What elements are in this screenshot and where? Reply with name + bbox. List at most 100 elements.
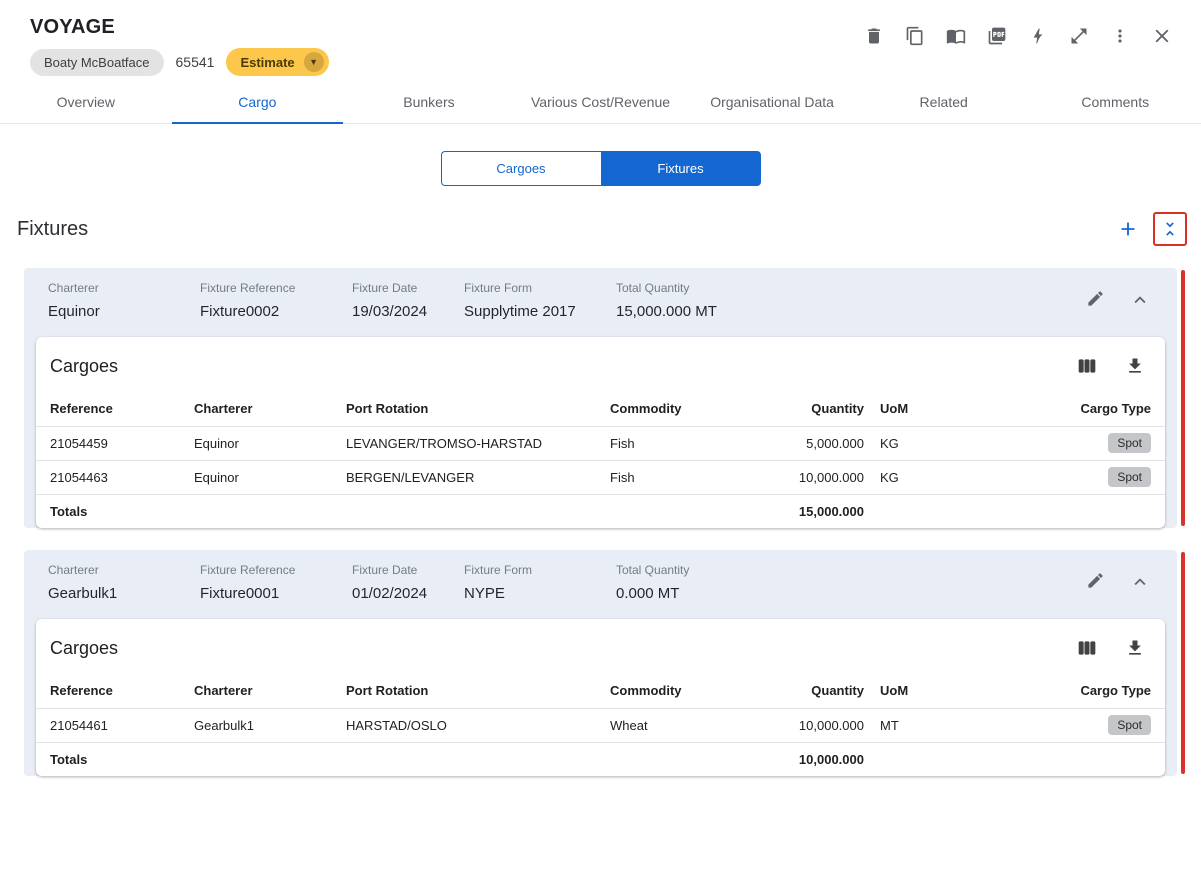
expand-button[interactable] — [1067, 24, 1091, 48]
tab-comments[interactable]: Comments — [1029, 82, 1201, 123]
chevron-down-icon[interactable]: ▼ — [303, 52, 324, 72]
cell-commodity: Fish — [602, 459, 752, 494]
pdf-button[interactable] — [985, 24, 1009, 48]
field-value: 01/02/2024 — [352, 585, 428, 602]
cell-quantity: 5,000.000 — [752, 425, 872, 460]
cargoes-card: Cargoes Reference Charterer Port Rotatio… — [36, 619, 1165, 776]
field-value: 0.000 MT — [616, 585, 680, 602]
collapse-fixture-button[interactable] — [1127, 287, 1153, 313]
table-row[interactable]: 21054463 Equinor BERGEN/LEVANGER Fish 10… — [36, 459, 1165, 494]
fixture-field-total-quantity: Total Quantity 0.000 MT — [616, 563, 1084, 602]
cargoes-card-head: Cargoes — [36, 337, 1165, 392]
cell-commodity: Fish — [602, 425, 752, 460]
collapse-fixture-button[interactable] — [1127, 569, 1153, 595]
fixture-field-form: Fixture Form Supplytime 2017 — [464, 281, 616, 320]
column-header-port-rotation: Port Rotation — [346, 683, 429, 699]
column-header-uom: UoM — [880, 401, 909, 417]
edit-fixture-button[interactable] — [1084, 287, 1107, 310]
collapse-all-icon — [1166, 222, 1174, 236]
table-header-row: Reference Charterer Port Rotation Commod… — [36, 674, 1165, 708]
column-header-commodity: Commodity — [610, 401, 682, 417]
cell-uom: KG — [872, 459, 952, 494]
cargo-type-chip: Spot — [1108, 433, 1151, 453]
cell-charterer: Equinor — [186, 425, 338, 460]
field-label: Total Quantity — [616, 281, 690, 295]
edit-fixture-button[interactable] — [1084, 569, 1107, 592]
field-value: Fixture0002 — [200, 303, 280, 320]
header-actions — [862, 23, 1175, 49]
book-icon — [946, 29, 966, 44]
field-label: Fixture Date — [352, 563, 418, 577]
columns-button[interactable] — [1075, 354, 1099, 378]
totals-quantity: 10,000.000 — [752, 741, 872, 776]
column-header-quantity: Quantity — [811, 401, 864, 417]
tab-overview[interactable]: Overview — [0, 82, 172, 123]
table-row[interactable]: 21054461 Gearbulk1 HARSTAD/OSLO Wheat 10… — [36, 707, 1165, 742]
table-row[interactable]: 21054459 Equinor LEVANGER/TROMSO-HARSTAD… — [36, 425, 1165, 460]
download-icon — [1129, 640, 1141, 655]
cargoes-table: Reference Charterer Port Rotation Commod… — [36, 392, 1165, 528]
column-header-commodity: Commodity — [610, 683, 682, 699]
fixture-field-charterer: Charterer Equinor — [48, 281, 200, 320]
field-label: Fixture Date — [352, 281, 418, 295]
totals-row: Totals 10,000.000 — [36, 741, 1165, 776]
column-header-reference: Reference — [50, 401, 113, 417]
cell-charterer: Gearbulk1 — [186, 707, 338, 742]
cargoes-toggle-button[interactable]: Cargoes — [440, 151, 601, 186]
edit-icon — [1088, 573, 1103, 588]
cell-uom: MT — [872, 707, 952, 742]
delete-button[interactable] — [862, 24, 886, 48]
empty-cell — [338, 741, 602, 776]
field-label: Fixture Form — [464, 563, 533, 577]
book-button[interactable] — [944, 24, 968, 48]
empty-cell — [602, 493, 752, 528]
field-value: Fixture0001 — [200, 585, 280, 602]
column-header-charterer: Charterer — [194, 683, 253, 699]
cell-cargo-type: Spot — [952, 459, 1165, 494]
field-label: Fixture Form — [464, 281, 533, 295]
table-header-row: Reference Charterer Port Rotation Commod… — [36, 392, 1165, 426]
tab-organisational-data[interactable]: Organisational Data — [686, 82, 858, 123]
cell-port-rotation: HARSTAD/OSLO — [338, 707, 602, 742]
copy-button[interactable] — [903, 24, 927, 48]
pdf-icon — [988, 27, 1006, 45]
more-button[interactable] — [1108, 24, 1132, 48]
field-value: Gearbulk1 — [48, 585, 118, 602]
fixtures-section: Fixtures Charterer Equinor Fixture Refer… — [0, 212, 1201, 776]
collapse-all-button[interactable] — [1160, 219, 1180, 239]
totals-label: Totals — [36, 741, 186, 776]
bolt-icon — [1033, 28, 1043, 44]
chevron-up-icon — [1134, 578, 1146, 586]
more-vert-icon — [1118, 29, 1122, 43]
columns-button[interactable] — [1075, 636, 1099, 660]
add-fixture-button[interactable] — [1117, 218, 1139, 240]
cargoes-card: Cargoes Reference Charterer Port Rotatio… — [36, 337, 1165, 528]
download-icon — [1129, 358, 1141, 373]
vessel-chip[interactable]: Boaty McBoatface — [30, 48, 164, 76]
bolt-button[interactable] — [1026, 24, 1050, 48]
column-header-cargo-type: Cargo Type — [1080, 401, 1151, 417]
tab-bar: Overview Cargo Bunkers Various Cost/Reve… — [0, 82, 1201, 124]
column-header-port-rotation: Port Rotation — [346, 401, 429, 417]
tab-related[interactable]: Related — [858, 82, 1030, 123]
field-label: Fixture Reference — [200, 281, 296, 295]
close-button[interactable] — [1149, 23, 1175, 49]
cell-quantity: 10,000.000 — [752, 459, 872, 494]
tab-cargo[interactable]: Cargo — [171, 82, 344, 124]
download-button[interactable] — [1123, 354, 1147, 378]
download-button[interactable] — [1123, 636, 1147, 660]
cell-charterer: Equinor — [186, 459, 338, 494]
estimate-button[interactable]: Estimate ▼ — [226, 48, 329, 76]
fixtures-toggle-button[interactable]: Fixtures — [600, 151, 761, 186]
cell-quantity: 10,000.000 — [752, 707, 872, 742]
empty-cell — [872, 493, 952, 528]
tab-various-cost-revenue[interactable]: Various Cost/Revenue — [515, 82, 687, 123]
cell-cargo-type: Spot — [952, 425, 1165, 460]
close-icon — [1155, 29, 1169, 43]
fixture-actions — [1084, 563, 1153, 602]
fixture-field-reference: Fixture Reference Fixture0002 — [200, 281, 352, 320]
fixture-field-total-quantity: Total Quantity 15,000.000 MT — [616, 281, 1084, 320]
tab-bunkers[interactable]: Bunkers — [343, 82, 515, 123]
field-value: Supplytime 2017 — [464, 303, 576, 320]
estimate-label: Estimate — [240, 54, 295, 70]
